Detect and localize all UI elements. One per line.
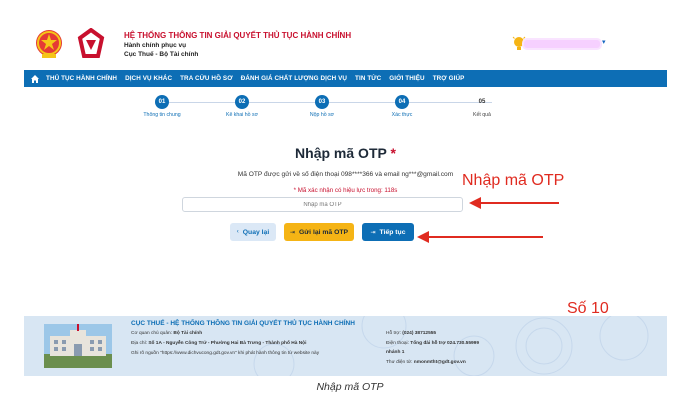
step-label: Kê khai hồ sơ xyxy=(226,112,258,118)
footer-address-value: Số 1A - Nguyễn Công Trứ - Phường Hai Bà … xyxy=(148,341,307,346)
footer-hotline-ext-value: nhánh 1 xyxy=(386,350,405,355)
footer-agency-value: Bộ Tài chính xyxy=(173,331,203,336)
annotation-arrow-icon xyxy=(469,197,559,209)
footer-agency: Cơ quan chủ quản: Bộ Tài chính xyxy=(131,331,202,336)
site-header: HỆ THỐNG THÔNG TIN GIẢI QUYẾT THỦ TỤC HÀ… xyxy=(24,20,667,70)
footer-hotline-ext: nhánh 1 xyxy=(386,350,404,355)
site-title: HỆ THỐNG THÔNG TIN GIẢI QUYẾT THỦ TỤC HÀ… xyxy=(124,31,352,40)
footer-phone: Hỗ trợ: (024) 38712555 xyxy=(386,331,436,336)
step-label: Xác thực xyxy=(391,112,413,118)
user-menu[interactable]: ▾ xyxy=(512,36,612,52)
footer-email: Thư điện tử: nmonmtht@gdt.gov.vn xyxy=(386,360,466,365)
home-icon[interactable] xyxy=(30,74,40,84)
otp-title-text: Nhập mã OTP xyxy=(295,145,387,161)
footer-phone-label: Hỗ trợ: xyxy=(386,331,401,336)
send-icon: ⇥ xyxy=(289,229,295,236)
otp-input[interactable] xyxy=(182,197,463,212)
main-nav: THỦ TỤC HÀNH CHÍNH DỊCH VỤ KHÁC TRA CỨU … xyxy=(24,70,667,87)
footer-address: Địa chỉ: Số 1A - Nguyễn Công Trứ - Phườn… xyxy=(131,341,306,346)
site-agency: Cục Thuế - Bộ Tài chính xyxy=(124,51,199,58)
step-5: 05 Kết quả xyxy=(452,95,512,118)
continue-button[interactable]: ⇥ Tiếp tục xyxy=(362,223,414,241)
footer-email-label: Thư điện tử: xyxy=(386,360,413,365)
required-mark: * xyxy=(390,145,396,161)
nav-item-thu-tuc[interactable]: THỦ TỤC HÀNH CHÍNH xyxy=(46,75,117,82)
site-footer: CỤC THUẾ - HỆ THỐNG THÔNG TIN GIẢI QUYẾT… xyxy=(24,316,667,376)
screenshot-frame: HỆ THỐNG THÔNG TIN GIẢI QUYẾT THỦ TỤC HÀ… xyxy=(24,20,667,376)
step-label: Kết quả xyxy=(473,112,491,118)
step-number: 05 xyxy=(478,99,486,105)
nav-item-tro-giup[interactable]: TRỢ GIÚP xyxy=(433,75,465,82)
resend-button-label: Gửi lại mã OTP xyxy=(298,228,349,236)
footer-title: CỤC THUẾ - HỆ THỐNG THÔNG TIN GIẢI QUYẾT… xyxy=(131,320,355,327)
image-caption: Nhập mã OTP xyxy=(316,381,384,393)
footer-address-label: Địa chỉ: xyxy=(131,341,147,346)
continue-button-label: Tiếp tục xyxy=(379,228,406,236)
step-1: 01 Thông tin chung xyxy=(132,95,192,118)
back-button-label: Quay lại xyxy=(242,228,270,236)
nav-item-danh-gia[interactable]: ĐÁNH GIÁ CHẤT LƯỢNG DỊCH VỤ xyxy=(241,75,347,82)
progress-stepper: 01 Thông tin chung 02 Kê khai hồ sơ 03 N… xyxy=(132,95,492,125)
step-number: 03 xyxy=(315,95,329,109)
annotation-arrow-icon xyxy=(417,231,543,243)
otp-timer: * Mã xác nhận có hiệu lực trong: 118s xyxy=(293,187,398,194)
nav-item-dich-vu-khac[interactable]: DỊCH VỤ KHÁC xyxy=(125,75,172,82)
otp-heading: Nhập mã OTP * xyxy=(24,145,667,161)
footer-source-note: Ghi rõ nguồn "https://www.dichvucong.gdt… xyxy=(131,351,320,356)
nav-item-tin-tuc[interactable]: TIN TỨC xyxy=(355,75,381,82)
nav-item-gioi-thieu[interactable]: GIỚI THIỆU xyxy=(389,75,424,82)
tax-department-logo-icon xyxy=(77,28,105,58)
send-icon: ⇥ xyxy=(370,229,376,236)
chevron-left-icon: ‹ xyxy=(236,229,239,235)
step-number: 01 xyxy=(155,95,169,109)
step-number: 02 xyxy=(235,95,249,109)
step-number: 04 xyxy=(395,95,409,109)
back-button[interactable]: ‹ Quay lại xyxy=(230,223,276,241)
footer-hotline: Điện thoại: Tổng đài hỗ trợ 024.730.5599… xyxy=(386,341,479,346)
otp-sent-info: Mã OTP được gửi về số điện thoại 098****… xyxy=(237,171,454,178)
footer-email-value: nmonmtht@gdt.gov.vn xyxy=(413,360,466,365)
footer-hotline-value: Tổng đài hỗ trợ 024.730.55999 xyxy=(410,341,480,346)
step-2: 02 Kê khai hồ sơ xyxy=(212,95,272,118)
national-emblem-icon xyxy=(36,30,62,58)
footer-hotline-label: Điện thoại: xyxy=(386,341,409,346)
step-label: Thông tin chung xyxy=(143,112,181,118)
chevron-down-icon[interactable]: ▾ xyxy=(602,38,606,46)
user-name-redacted xyxy=(524,40,600,48)
resend-otp-button[interactable]: ⇥ Gửi lại mã OTP xyxy=(284,223,354,241)
footer-phone-value: (024) 38712555 xyxy=(402,331,437,336)
site-subtitle: Hành chính phục vụ xyxy=(124,42,187,49)
page-root: { "header": { "site_title": "HỆ THỐNG TH… xyxy=(0,0,700,418)
step-label: Nộp hồ sơ xyxy=(309,112,335,118)
step-3: 03 Nộp hồ sơ xyxy=(292,95,352,118)
nav-item-tra-cuu[interactable]: TRA CỨU HỒ SƠ xyxy=(180,75,233,82)
step-4: 04 Xác thực xyxy=(372,95,432,118)
annotation-otp-label: Nhập mã OTP xyxy=(462,172,565,189)
footer-agency-label: Cơ quan chủ quản: xyxy=(131,331,173,336)
building-image xyxy=(44,324,112,368)
